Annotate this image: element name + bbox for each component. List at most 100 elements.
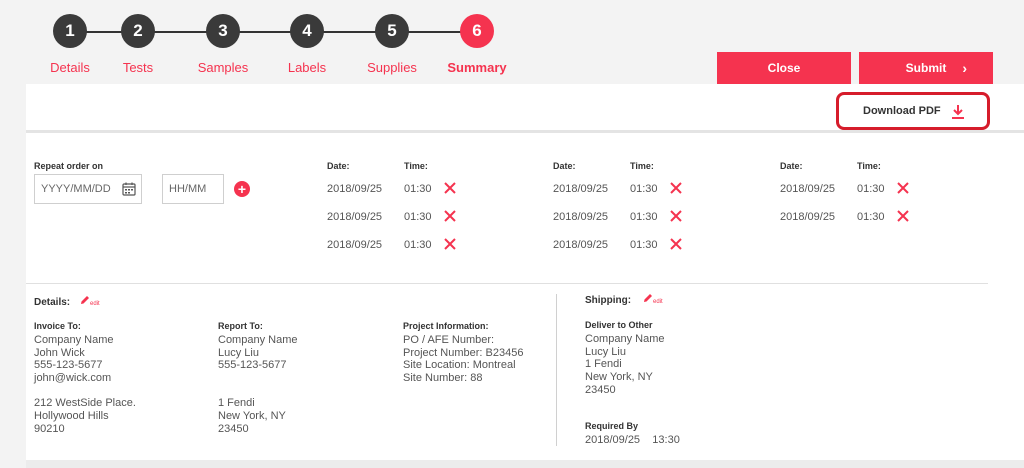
step-label: Supplies xyxy=(367,60,417,75)
report-phone: 555-123-5677 xyxy=(218,359,287,372)
step-number: 3 xyxy=(206,14,240,48)
pencil-icon[interactable] xyxy=(80,295,90,305)
deliver-address-3: 23450 xyxy=(585,383,616,396)
step-number: 2 xyxy=(121,14,155,48)
required-by-value: 2018/09/25 13:30 xyxy=(585,433,680,446)
stepper: 1 Details 2 Tests 3 Samples 4 Labels 5 S… xyxy=(30,14,530,84)
schedule-date: 2018/09/25 xyxy=(780,183,836,195)
step-tests[interactable]: 2 Tests xyxy=(98,14,178,75)
time-header: Time: xyxy=(857,161,881,171)
date-header: Date: xyxy=(780,161,803,171)
divider xyxy=(26,130,1024,133)
remove-icon[interactable] xyxy=(669,209,683,223)
date-placeholder: YYYY/MM/DD xyxy=(41,183,111,195)
shipping-edit-link[interactable]: edit xyxy=(653,299,663,305)
invoice-email: john@wick.com xyxy=(34,372,112,385)
step-label: Tests xyxy=(122,60,154,75)
step-supplies[interactable]: 5 Supplies xyxy=(352,14,432,75)
remove-icon[interactable] xyxy=(443,209,457,223)
step-label: Labels xyxy=(287,60,327,75)
project-po: PO / AFE Number: xyxy=(403,333,495,346)
invoice-company: Company Name xyxy=(34,333,114,346)
schedule-row: 2018/09/25 01:30 xyxy=(327,209,547,231)
calendar-icon[interactable] xyxy=(122,182,136,196)
step-label: Samples xyxy=(197,60,249,75)
report-to-title: Report To: xyxy=(218,321,263,331)
invoice-phone: 555-123-5677 xyxy=(34,359,103,372)
report-company: Company Name xyxy=(218,333,298,346)
project-number: Project Number: B23456 xyxy=(403,346,524,359)
remove-icon[interactable] xyxy=(669,181,683,195)
step-label: Summary xyxy=(447,60,507,75)
project-site-number: Site Number: 88 xyxy=(403,372,483,385)
invoice-address-3: 90210 xyxy=(34,422,65,435)
schedule-row: 2018/09/25 01:30 xyxy=(553,181,773,203)
pencil-icon[interactable] xyxy=(643,293,653,303)
download-pdf-label: Download PDF xyxy=(863,105,941,117)
download-icon xyxy=(952,105,964,119)
details-edit-link[interactable]: edit xyxy=(90,301,100,307)
step-labels[interactable]: 4 Labels xyxy=(267,14,347,75)
schedule-date: 2018/09/25 xyxy=(553,211,609,223)
repeat-time-input[interactable]: HH/MM xyxy=(162,174,224,204)
schedule-time: 01:30 xyxy=(630,211,658,223)
step-number: 1 xyxy=(53,14,87,48)
schedule-date: 2018/09/25 xyxy=(553,239,609,251)
time-header: Time: xyxy=(404,161,428,171)
report-name: Lucy Liu xyxy=(218,346,259,359)
schedule-date: 2018/09/25 xyxy=(327,211,383,223)
schedule-row: 2018/09/25 01:30 xyxy=(780,209,1000,231)
schedule-row: 2018/09/25 01:30 xyxy=(780,181,1000,203)
step-summary[interactable]: 6 Summary xyxy=(437,14,517,75)
remove-icon[interactable] xyxy=(443,237,457,251)
invoice-name: John Wick xyxy=(34,346,85,359)
top-bar: 1 Details 2 Tests 3 Samples 4 Labels 5 S… xyxy=(0,0,1024,84)
divider xyxy=(26,283,988,284)
schedule-time: 01:30 xyxy=(404,239,432,251)
submit-button[interactable]: Submit › xyxy=(859,52,993,84)
close-button[interactable]: Close xyxy=(717,52,851,84)
report-address-3: 23450 xyxy=(218,422,249,435)
schedule-time: 01:30 xyxy=(404,183,432,195)
report-address-2: New York, NY xyxy=(218,409,286,422)
deliver-to-block: Deliver to Other Company Name Lucy Liu 1… xyxy=(585,319,664,397)
shipping-title: Shipping: xyxy=(585,295,632,306)
date-header: Date: xyxy=(553,161,576,171)
summary-panel xyxy=(26,84,1024,460)
bottom-strip xyxy=(26,460,1024,468)
invoice-to-block: Invoice To: Company Name John Wick 555-1… xyxy=(34,320,136,435)
remove-icon[interactable] xyxy=(443,181,457,195)
time-header: Time: xyxy=(630,161,654,171)
submit-label: Submit xyxy=(905,61,947,75)
step-number: 6 xyxy=(460,14,494,48)
schedule-row: 2018/09/25 01:30 xyxy=(327,237,547,259)
time-placeholder: HH/MM xyxy=(169,183,207,195)
step-samples[interactable]: 3 Samples xyxy=(183,14,263,75)
schedule-time: 01:30 xyxy=(630,183,658,195)
schedule-time: 01:30 xyxy=(630,239,658,251)
date-header: Date: xyxy=(327,161,350,171)
invoice-to-title: Invoice To: xyxy=(34,321,81,331)
schedule-row: 2018/09/25 01:30 xyxy=(553,209,773,231)
download-pdf-button[interactable]: Download PDF xyxy=(836,92,990,130)
remove-icon[interactable] xyxy=(896,209,910,223)
schedule-time: 01:30 xyxy=(857,211,885,223)
required-by-title: Required By xyxy=(585,421,639,431)
deliver-address-1: 1 Fendi xyxy=(585,358,622,371)
repeat-date-input[interactable]: YYYY/MM/DD xyxy=(34,174,142,204)
remove-icon[interactable] xyxy=(669,237,683,251)
invoice-address-2: Hollywood Hills xyxy=(34,409,109,422)
deliver-name: Lucy Liu xyxy=(585,345,626,358)
step-number: 5 xyxy=(375,14,409,48)
deliver-company: Company Name xyxy=(585,332,665,345)
schedule-date: 2018/09/25 xyxy=(327,183,383,195)
vertical-divider xyxy=(556,294,557,446)
plus-icon[interactable]: + xyxy=(234,181,250,197)
schedule-row: 2018/09/25 01:30 xyxy=(327,181,547,203)
schedule-time: 01:30 xyxy=(857,183,885,195)
remove-icon[interactable] xyxy=(896,181,910,195)
required-by-block: Required By 2018/09/25 13:30 xyxy=(585,420,680,447)
project-info-title: Project Information: xyxy=(403,321,489,331)
project-site-location: Site Location: Montreal xyxy=(403,359,516,372)
schedule-time: 01:30 xyxy=(404,211,432,223)
